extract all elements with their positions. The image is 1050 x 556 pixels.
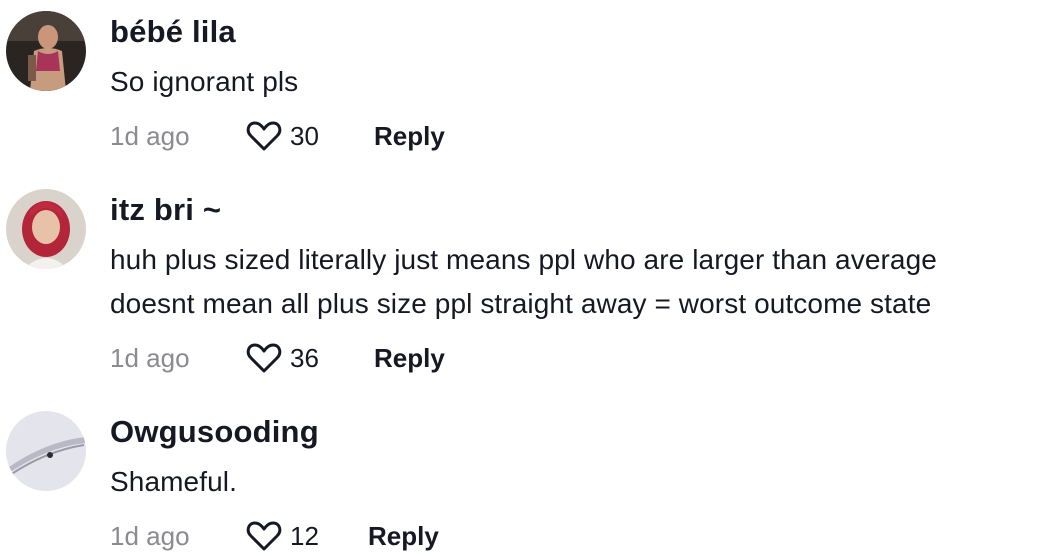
timestamp: 1d ago <box>110 521 190 551</box>
reply-button[interactable]: Reply <box>368 518 439 554</box>
comment-text-line: Shameful. <box>110 466 237 497</box>
heart-outline-icon <box>246 521 282 551</box>
comment-item: Owgusooding Shameful. 1d ago 12 Reply <box>0 0 1050 556</box>
avatar[interactable] <box>6 411 86 491</box>
comment-text: Shameful. <box>110 460 237 504</box>
comment-meta: 1d ago 12 Reply <box>110 518 710 554</box>
like-button[interactable]: 12 <box>246 518 319 554</box>
avatar-image <box>6 411 86 491</box>
username[interactable]: Owgusooding <box>110 414 319 450</box>
like-count: 12 <box>290 521 319 551</box>
